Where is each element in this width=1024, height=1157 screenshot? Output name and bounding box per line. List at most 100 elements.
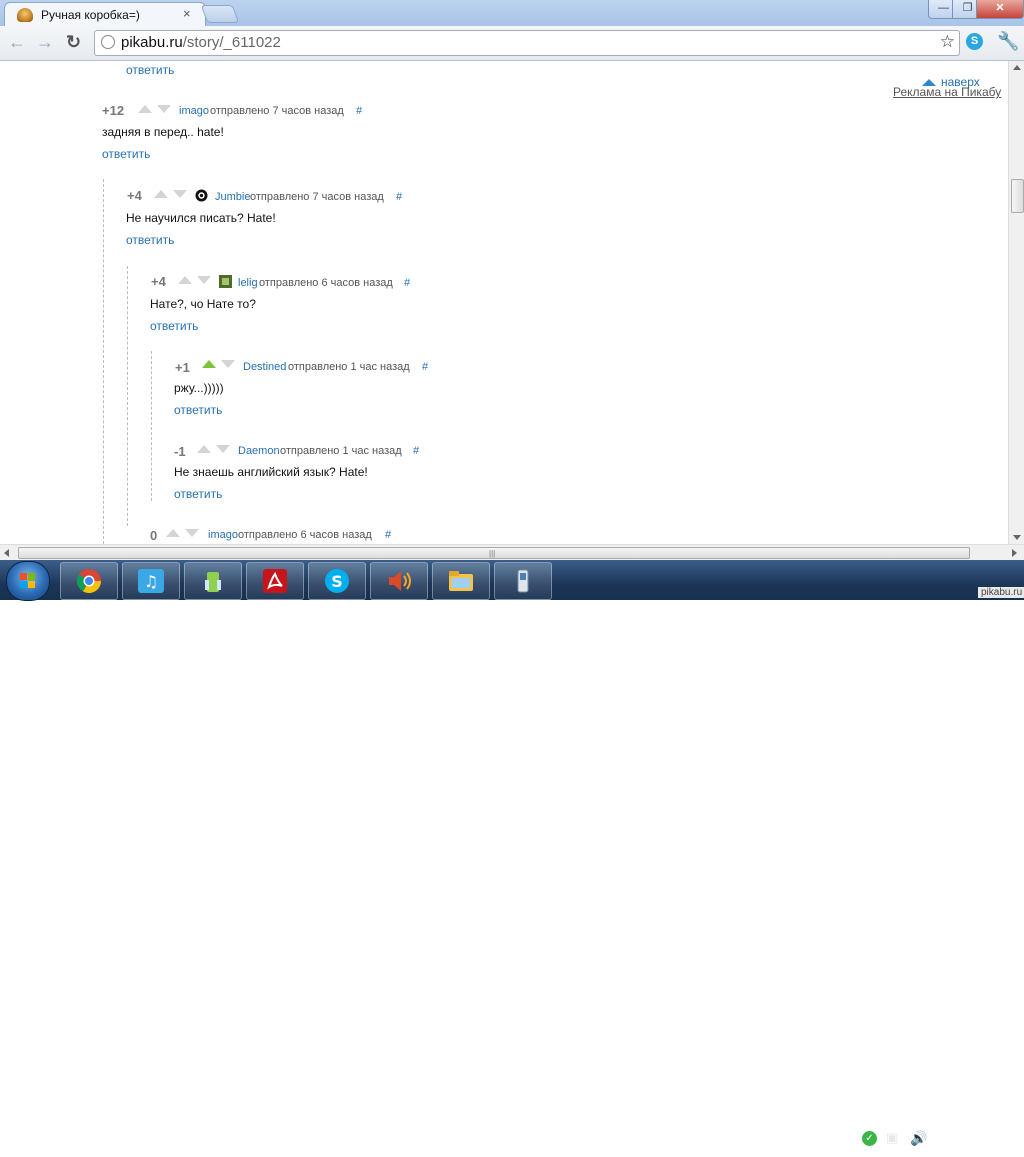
svg-text:S: S xyxy=(331,572,343,591)
reply-link[interactable]: ответить xyxy=(150,319,198,333)
scroll-thumb[interactable]: ||| xyxy=(18,547,970,559)
comment-author[interactable]: Destined xyxy=(243,361,286,373)
scroll-down-icon[interactable] xyxy=(1013,535,1021,540)
file-explorer-icon xyxy=(449,571,473,591)
security-shield-icon[interactable]: ✓ xyxy=(862,1131,877,1146)
comment-author[interactable]: Jumbie xyxy=(215,191,250,203)
upvote-icon[interactable] xyxy=(202,360,216,368)
comment-score: +4 xyxy=(151,274,166,289)
taskbar-phone[interactable] xyxy=(494,562,552,600)
close-button[interactable]: ✕ xyxy=(976,0,1024,19)
show-hidden-icons-icon[interactable]: ▲ xyxy=(818,1135,827,1145)
upvote-icon[interactable] xyxy=(154,190,168,198)
downvote-icon[interactable] xyxy=(221,360,235,368)
thread-line xyxy=(127,266,128,526)
taskbar-file-explorer[interactable] xyxy=(432,562,490,600)
comment-meta: отправлено 7 часов назад xyxy=(210,105,344,117)
pikabu-favicon-icon xyxy=(17,8,33,22)
downvote-icon[interactable] xyxy=(173,190,187,198)
vertical-scrollbar[interactable] xyxy=(1008,61,1024,544)
comment-meta: отправлено 1 час назад xyxy=(288,361,410,373)
network-icon[interactable]: ▣ xyxy=(886,1130,902,1146)
tab-title: Ручная коробка=) xyxy=(41,8,140,22)
language-indicator[interactable]: RU xyxy=(786,1130,803,1144)
reply-link[interactable]: ответить xyxy=(102,147,150,161)
downvote-icon[interactable] xyxy=(185,529,199,537)
scroll-left-icon[interactable] xyxy=(4,549,9,557)
reload-button[interactable]: ↻ xyxy=(66,32,81,52)
comment-meta: отправлено 7 часов назад xyxy=(250,191,384,203)
comment-author[interactable]: Daemon xyxy=(238,445,280,457)
music-player-icon: ♫ xyxy=(138,569,164,593)
url-path: /story/_611022 xyxy=(182,34,281,51)
watermark: pikabu.ru xyxy=(978,587,1024,598)
user-avatar xyxy=(219,275,232,288)
bookmark-star-icon[interactable]: ☆ xyxy=(940,32,955,52)
comment-author[interactable]: lelig xyxy=(238,277,258,289)
browser-tab[interactable]: Ручная коробка=) × xyxy=(4,2,206,27)
tab-close-icon[interactable]: × xyxy=(183,6,191,21)
taskbar-skype[interactable]: S xyxy=(308,562,366,600)
thread-line xyxy=(151,351,152,501)
upvote-icon[interactable] xyxy=(178,276,192,284)
chrome-icon xyxy=(76,569,101,594)
window-titlebar: Ручная коробка=) × — ❐ ✕ xyxy=(0,0,1024,27)
reply-link[interactable]: ответить xyxy=(174,403,222,417)
comment-permalink[interactable]: # xyxy=(396,191,402,203)
comment-permalink[interactable]: # xyxy=(356,105,362,117)
comment-author[interactable]: imago xyxy=(179,105,209,117)
reply-link[interactable]: ответить xyxy=(174,487,222,501)
comment-permalink[interactable]: # xyxy=(413,445,419,457)
ad-link[interactable]: Реклама на Пикабу xyxy=(893,85,1001,99)
skype-extension-icon[interactable]: S xyxy=(966,33,983,50)
taskbar: ♫ S RU ▲ ✓ ▣ 🔊 22:33 31.07.2013 xyxy=(0,560,1024,1157)
signal-icon[interactable] xyxy=(838,1133,852,1145)
comment-text: Не знаешь английский язык? Hate! xyxy=(174,465,368,479)
reply-link[interactable]: ответить xyxy=(126,233,174,247)
comment-text: Нате?, чо Нате то? xyxy=(150,297,256,311)
pdf-reader-icon xyxy=(263,569,287,593)
downvote-icon[interactable] xyxy=(157,105,171,113)
taskbar-recycle[interactable] xyxy=(184,562,242,600)
comment-text: Не научился писать? Hate! xyxy=(126,211,276,225)
comment-score: -1 xyxy=(174,444,186,459)
comment-author[interactable]: imago xyxy=(208,529,238,541)
back-button[interactable]: ← xyxy=(8,32,26,52)
taskbar-chrome[interactable] xyxy=(60,562,118,600)
comment-score: +12 xyxy=(102,103,125,118)
downvote-icon[interactable] xyxy=(216,445,230,453)
start-button[interactable] xyxy=(6,561,50,601)
comment-text: ржу...))))) xyxy=(174,381,224,395)
comment-permalink[interactable]: # xyxy=(404,277,410,289)
scroll-up-icon[interactable] xyxy=(1013,65,1021,70)
clock-time[interactable]: 22:33 xyxy=(957,1126,987,1140)
skype-icon: S xyxy=(325,569,349,593)
comment-permalink[interactable]: # xyxy=(422,361,428,373)
browser-toolbar: ← → ↻ pikabu.ru/story/_611022 ☆ xyxy=(0,26,1024,61)
new-tab-button[interactable] xyxy=(200,5,240,23)
upvote-icon[interactable] xyxy=(138,105,152,113)
volume-icon[interactable]: 🔊 xyxy=(910,1130,927,1147)
recycle-icon xyxy=(205,572,221,592)
upvote-icon[interactable] xyxy=(197,445,211,453)
page-icon xyxy=(101,35,115,49)
taskbar-pdf-reader[interactable] xyxy=(246,562,304,600)
scroll-right-icon[interactable] xyxy=(1012,549,1017,557)
grip-icon: ||| xyxy=(489,549,496,558)
wrench-icon[interactable]: 🔧 xyxy=(997,31,1019,52)
svg-text:♫: ♫ xyxy=(144,572,158,591)
taskbar-volume-app[interactable] xyxy=(370,562,428,600)
taskbar-music-player[interactable]: ♫ xyxy=(122,562,180,600)
comment-text: задняя в перед.. hate! xyxy=(102,125,224,139)
reply-link[interactable]: ответить xyxy=(126,63,174,77)
scroll-thumb[interactable] xyxy=(1011,179,1024,213)
user-avatar xyxy=(195,189,208,202)
comment-permalink[interactable]: # xyxy=(385,529,391,541)
upvote-icon[interactable] xyxy=(166,529,180,537)
clock-date[interactable]: 31.07.2013 xyxy=(944,1143,1004,1157)
phone-icon xyxy=(517,569,529,593)
forward-button[interactable]: → xyxy=(36,32,54,52)
horizontal-scrollbar[interactable]: ||| xyxy=(0,544,1024,561)
downvote-icon[interactable] xyxy=(197,276,211,284)
address-bar[interactable]: pikabu.ru/story/_611022 ☆ xyxy=(94,30,960,56)
